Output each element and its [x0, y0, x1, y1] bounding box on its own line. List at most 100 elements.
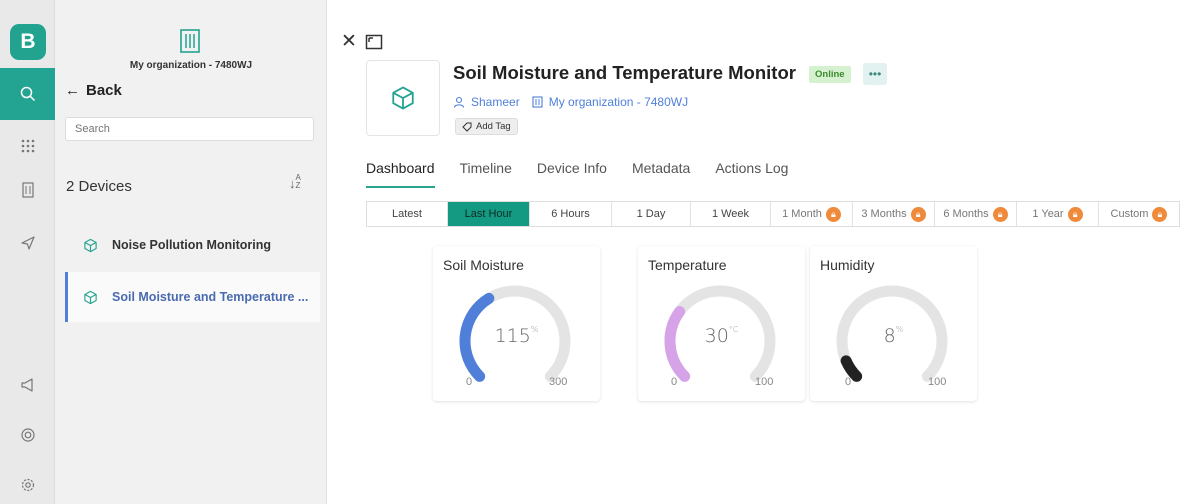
help-nav-button[interactable] [0, 420, 55, 450]
gauge-arc [664, 285, 776, 382]
cube-icon [84, 290, 97, 304]
gauge-widget-temperature[interactable]: Temperature 30°C 0 100 [638, 246, 805, 401]
gauge-widget-soil-moisture[interactable]: Soil Moisture 115% 0 300 [433, 246, 600, 401]
lock-icon: 🔒︎ [1067, 206, 1083, 222]
announcements-nav-button[interactable] [0, 370, 55, 400]
range-1-month[interactable]: 1 Month 🔒︎ [771, 202, 853, 226]
tab-metadata[interactable]: Metadata [632, 160, 690, 188]
building-icon [180, 29, 200, 53]
range-6-months[interactable]: 6 Months 🔒︎ [935, 202, 1017, 226]
gauge-value-number: 8 [883, 325, 896, 347]
range-1-year[interactable]: 1 Year 🔒︎ [1017, 202, 1099, 226]
app-logo[interactable]: B [10, 24, 46, 60]
gauge-value: 8% [810, 325, 977, 347]
device-title: Soil Moisture and Temperature Monitor [453, 62, 796, 83]
tab-dashboard[interactable]: Dashboard [366, 160, 435, 188]
gauge-min: 0 [671, 376, 678, 388]
gauge-unit: % [530, 325, 539, 334]
gauge-value-number: 30 [704, 325, 729, 347]
building-icon [21, 182, 34, 198]
add-tag-label: Add Tag [476, 121, 511, 132]
device-tabs: Dashboard Timeline Device Info Metadata … [366, 160, 788, 188]
gauge-arc [459, 285, 571, 382]
range-label: Custom [1110, 208, 1149, 220]
megaphone-icon [20, 378, 33, 392]
lifebuoy-icon [20, 428, 35, 442]
range-1-day[interactable]: 1 Day [612, 202, 691, 226]
gauge-unit: % [895, 325, 904, 334]
panel-controls: ✕ [341, 30, 383, 53]
device-owner-row: Shameer My organization - 7480WJ [453, 95, 688, 109]
range-1-week[interactable]: 1 Week [691, 202, 771, 226]
cube-icon [392, 86, 414, 110]
range-label: 3 Months [861, 208, 907, 220]
device-sidebar: My organization - 7480WJ ← Back 2 Device… [55, 0, 327, 504]
organization-link[interactable]: My organization - 7480WJ [549, 95, 688, 109]
tag-icon [462, 122, 472, 132]
lock-icon: 🔒︎ [992, 206, 1008, 222]
range-label: 1 Day [636, 208, 666, 220]
gear-icon [21, 478, 34, 492]
tab-device-info[interactable]: Device Info [537, 160, 607, 188]
gauge-fill [840, 355, 863, 382]
send-nav-button[interactable] [0, 228, 55, 258]
user-icon [453, 96, 465, 108]
gauge-unit: °C [728, 325, 739, 334]
ellipsis-icon: ••• [868, 67, 882, 81]
close-icon[interactable]: ✕ [341, 30, 357, 53]
range-label: 6 Months [943, 208, 989, 220]
range-label: 1 Week [711, 208, 750, 220]
gauge-min: 0 [466, 376, 473, 388]
search-icon [20, 86, 35, 102]
gauge-widget-humidity[interactable]: Humidity 8% 0 100 [810, 246, 977, 401]
gauge-max: 100 [755, 376, 774, 388]
gauge-max: 300 [549, 376, 568, 388]
arrow-left-icon: ← [65, 82, 80, 99]
back-button[interactable]: ← Back [65, 82, 122, 99]
time-range-selector: Latest Last Hour 6 Hours 1 Day 1 Week 1 … [366, 201, 1180, 227]
device-name: Noise Pollution Monitoring [112, 238, 272, 252]
lock-icon: 🔒︎ [825, 206, 841, 222]
gauge-max: 100 [928, 376, 947, 388]
settings-nav-button[interactable] [0, 470, 55, 500]
device-image [366, 60, 440, 136]
more-options-button[interactable]: ••• [863, 63, 887, 85]
search-nav-button[interactable] [0, 68, 55, 120]
lock-icon: 🔒︎ [1152, 206, 1168, 222]
lock-icon: 🔒︎ [910, 206, 926, 222]
tab-timeline[interactable]: Timeline [460, 160, 512, 188]
devices-nav-button[interactable] [0, 131, 55, 161]
sort-az-icon[interactable]: ↓A Z [289, 174, 301, 192]
device-list-item[interactable]: Noise Pollution Monitoring [65, 220, 320, 270]
icon-rail: B [0, 0, 55, 504]
gauge-value: 30°C [638, 325, 805, 347]
range-latest[interactable]: Latest [367, 202, 448, 226]
range-3-months[interactable]: 3 Months 🔒︎ [853, 202, 935, 226]
range-last-hour[interactable]: Last Hour [448, 202, 530, 226]
add-tag-button[interactable]: Add Tag [455, 118, 518, 135]
range-label: 1 Year [1032, 208, 1064, 220]
tab-actions-log[interactable]: Actions Log [715, 160, 788, 188]
building-icon [532, 96, 543, 108]
gauge-arc [836, 285, 948, 382]
grid-icon [21, 139, 34, 153]
status-badge: Online [809, 66, 851, 83]
organization-name: My organization - 7480WJ [129, 60, 253, 71]
device-name: Soil Moisture and Temperature ... [112, 290, 309, 304]
gauge-min: 0 [845, 376, 852, 388]
search-input[interactable] [65, 117, 314, 141]
range-label: 6 Hours [551, 208, 590, 220]
range-custom[interactable]: Custom 🔒︎ [1099, 202, 1179, 226]
back-label: Back [86, 82, 122, 99]
gauge-value: 115% [433, 325, 600, 347]
paper-plane-icon [20, 236, 35, 250]
range-6-hours[interactable]: 6 Hours [530, 202, 612, 226]
range-label: Last Hour [464, 208, 513, 220]
owner-link[interactable]: Shameer [471, 95, 520, 109]
device-count: 2 Devices [66, 178, 132, 195]
expand-icon[interactable] [365, 34, 383, 50]
organizations-nav-button[interactable] [0, 175, 55, 205]
device-list-item-active[interactable]: Soil Moisture and Temperature ... [65, 272, 320, 322]
cube-icon [84, 238, 97, 252]
range-label: Latest [392, 208, 422, 220]
